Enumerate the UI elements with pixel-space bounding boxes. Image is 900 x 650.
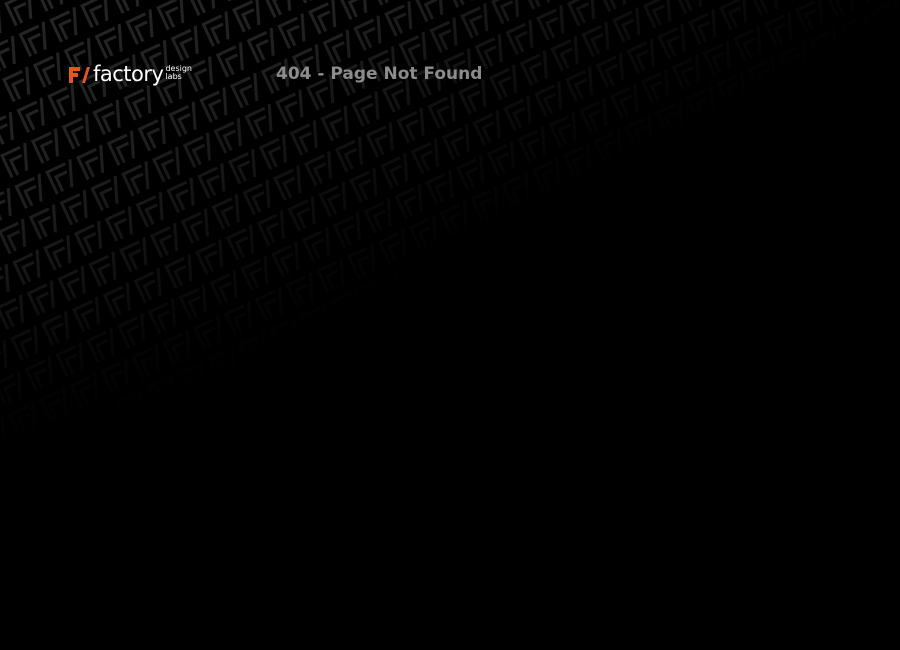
background-fade-bottom [0,0,900,650]
page: factory design labs 404 - Page Not Found [0,0,900,650]
factory-logo-icon [69,67,90,83]
logo-subtext: design labs [165,65,192,81]
header: factory design labs [68,58,192,90]
logo-wordmark: factory [93,62,164,86]
logo-link[interactable]: factory design labs [68,58,192,90]
page-title: 404 - Page Not Found [276,64,483,84]
logo-subtext-labs: labs [165,72,182,81]
